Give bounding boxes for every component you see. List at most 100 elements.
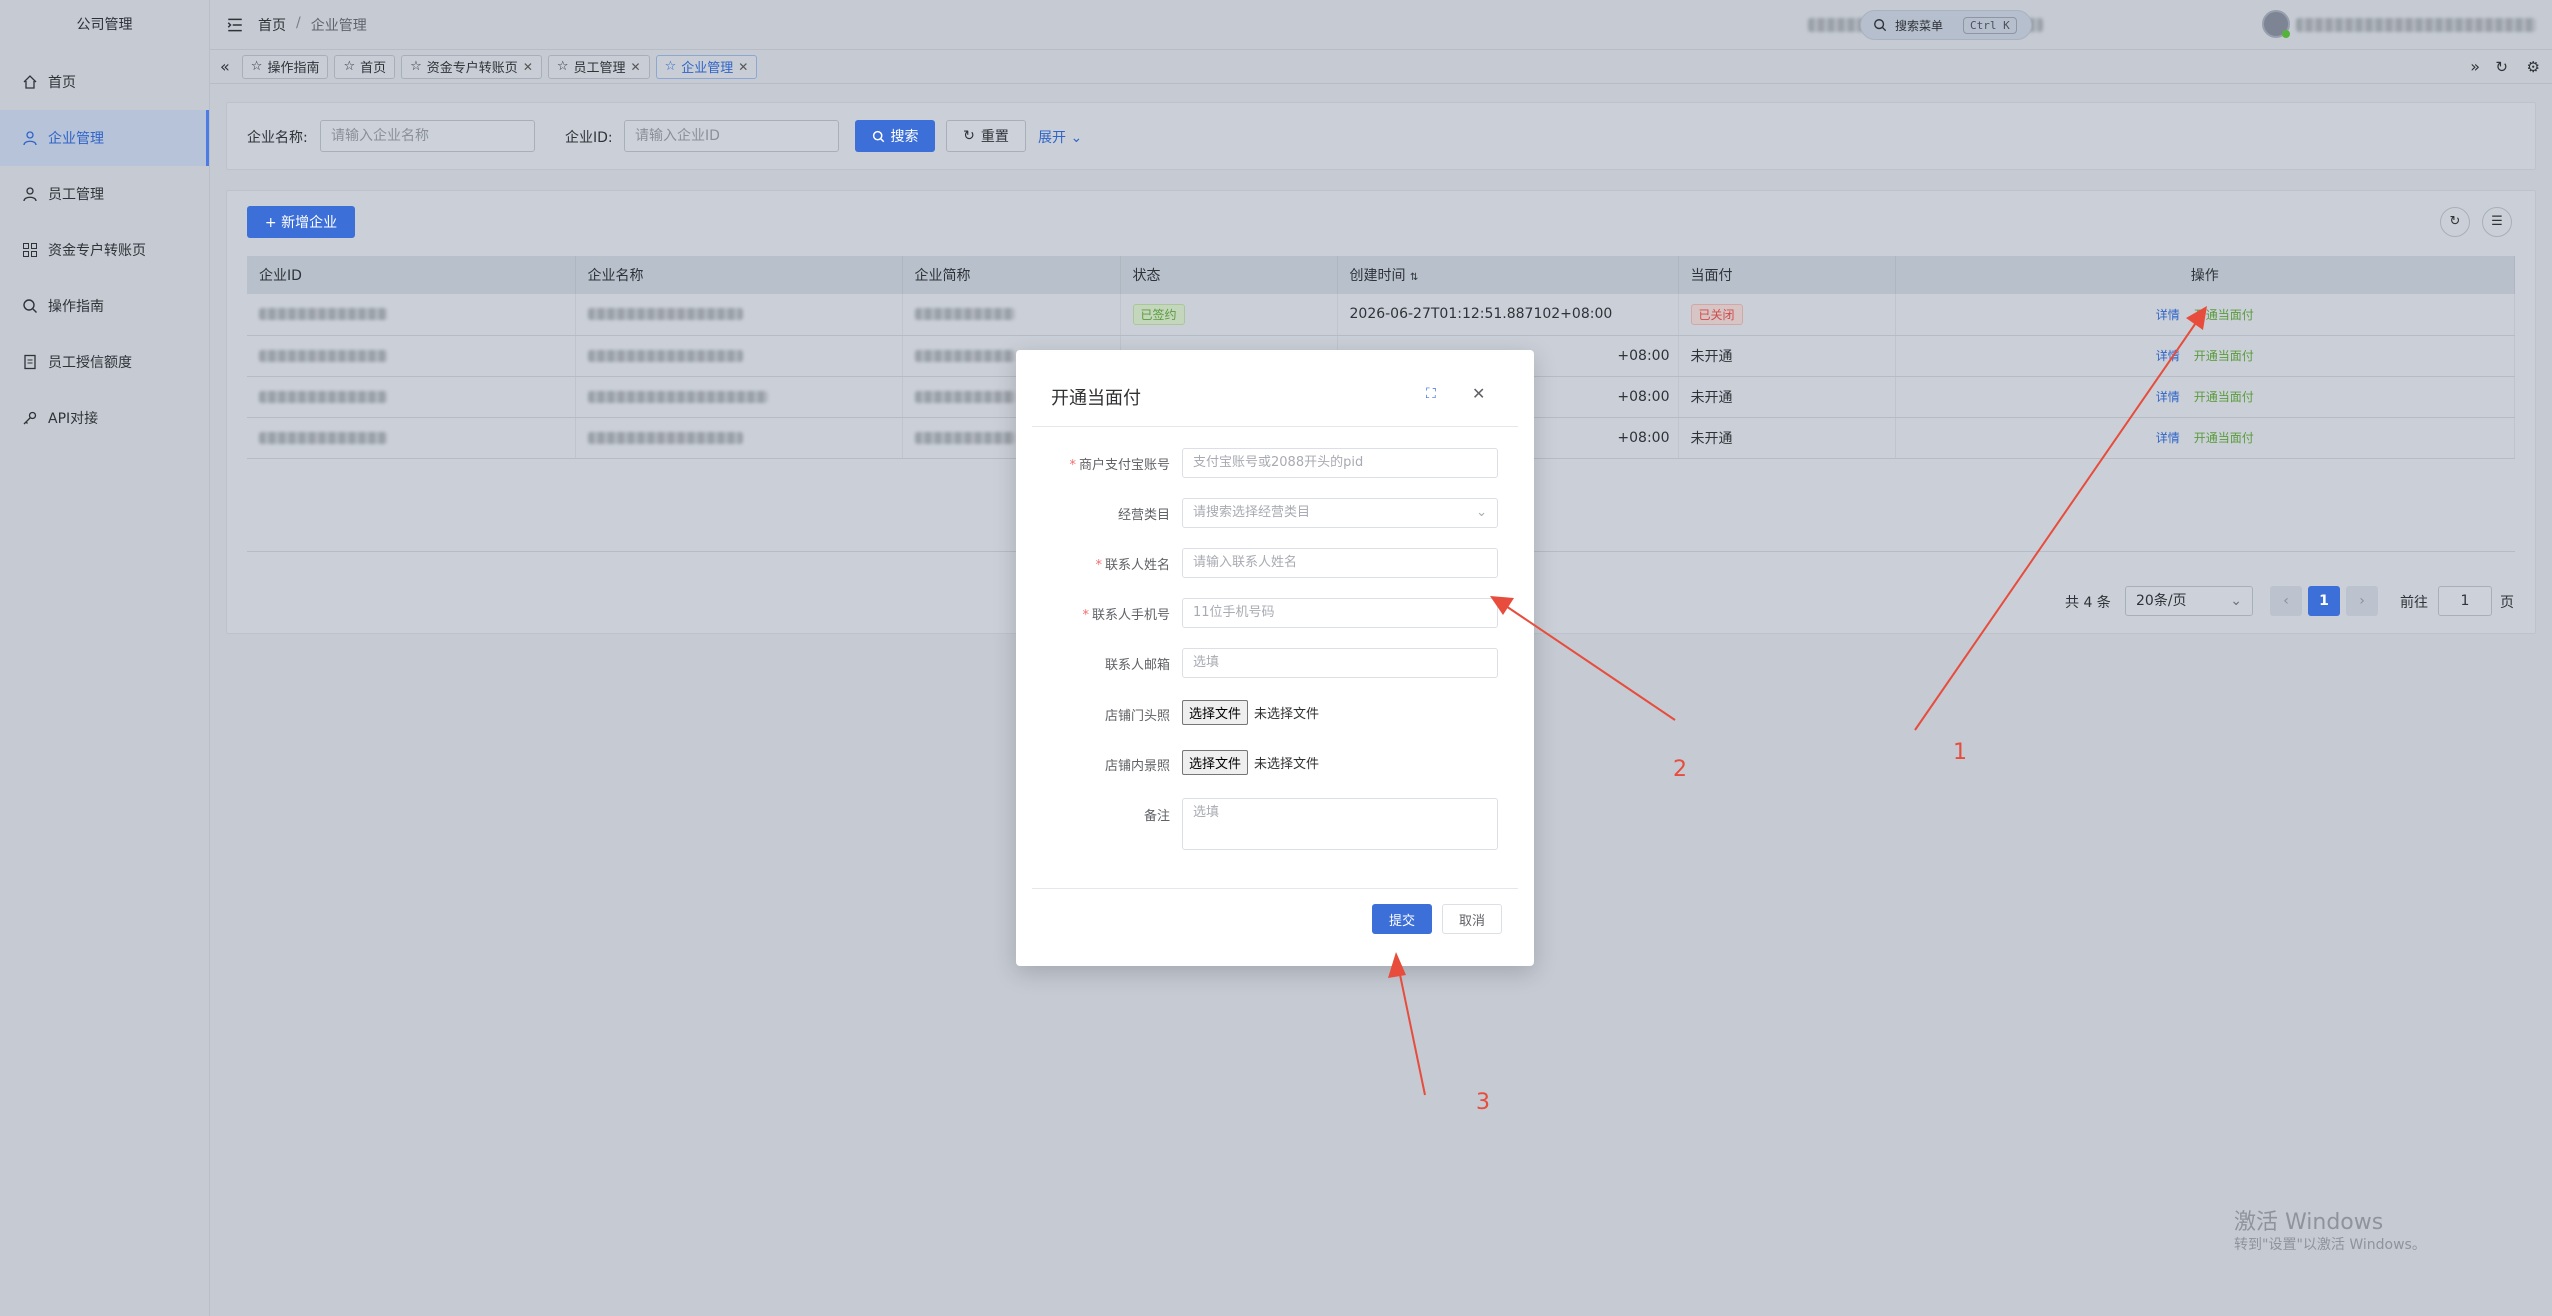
annotation-number-3: 3 — [1476, 1090, 1490, 1115]
file-status: 未选择文件 — [1254, 707, 1320, 722]
annotation-arrow-3 — [1397, 964, 1426, 1096]
tag-employees[interactable]: ☆ 员工管理 ✕ — [547, 54, 650, 79]
close-icon[interactable]: ✕ — [631, 60, 641, 74]
document-icon — [24, 354, 36, 370]
user-icon — [23, 187, 37, 202]
star-icon: ☆ — [410, 59, 422, 74]
open-face-pay-link[interactable]: 开通当面付 — [2194, 390, 2254, 404]
contact-phone-input[interactable]: 11位手机号码 — [1182, 598, 1498, 628]
fullscreen-icon[interactable]: ⛶ — [1426, 386, 1436, 402]
business-category-label: 经营类目 — [1117, 508, 1170, 523]
tags-scroll-right-icon[interactable]: » — [2470, 57, 2480, 76]
blurred-cell — [914, 308, 1015, 321]
annotation-number-1: 1 — [1953, 740, 1967, 765]
remark-textarea[interactable]: 选填 — [1182, 798, 1498, 850]
column-header: 企业简称 — [902, 256, 1121, 294]
chevron-down-icon: ⌄ — [1476, 505, 1487, 520]
add-enterprise-button[interactable]: + 新增企业 — [247, 206, 355, 238]
sidebar-item-api[interactable]: API对接 — [0, 390, 209, 446]
enterprise-name-label: 企业名称: — [247, 130, 308, 146]
star-icon: ☆ — [556, 59, 569, 74]
column-header-sortable[interactable]: 创建时间 ⇅ — [1337, 256, 1679, 294]
detail-link[interactable]: 详情 — [2156, 349, 2180, 363]
close-icon[interactable]: ✕ — [523, 60, 533, 74]
field-label-text: 联系人姓名 — [1104, 558, 1170, 573]
choose-file-button[interactable]: 选择文件 — [1182, 750, 1249, 775]
prev-page-button[interactable]: ‹ — [2270, 586, 2302, 616]
blurred-cell — [914, 431, 1015, 444]
tag-label: 资金专户转账页 — [426, 61, 518, 76]
breadcrumb-home[interactable]: 首页 — [258, 15, 286, 35]
breadcrumb-current: 企业管理 — [310, 17, 367, 34]
page-suffix: 页 — [2500, 595, 2514, 611]
search-button[interactable]: 搜索 — [855, 120, 935, 152]
column-settings-icon[interactable]: ☰ — [2482, 207, 2512, 237]
cancel-button[interactable]: 取消 — [1442, 904, 1502, 934]
contact-email-input[interactable]: 选填 — [1182, 648, 1498, 678]
page-size-select[interactable]: 20条/页 ⌄ — [2125, 586, 2253, 616]
reset-button[interactable]: ↻ 重置 — [946, 120, 1026, 152]
settings-icon[interactable]: ⚙ — [2527, 58, 2540, 76]
sidebar-item-home[interactable]: 首页 — [0, 54, 209, 110]
sidebar-item-employees[interactable]: 员工管理 — [0, 166, 209, 222]
submit-button[interactable]: 提交 — [1372, 904, 1432, 934]
enterprise-name-input[interactable]: 请输入企业名称 — [320, 120, 535, 152]
user-icon — [23, 131, 37, 146]
sidebar-item-label: API对接 — [48, 411, 99, 427]
blurred-cell — [587, 349, 743, 362]
open-face-pay-link[interactable]: 开通当面付 — [2194, 349, 2254, 363]
home-icon — [23, 75, 37, 89]
face-pay-status: 未开通 — [1678, 335, 1896, 377]
search-menu-label: 搜索菜单 — [1895, 18, 1944, 33]
remark-label: 备注 — [1143, 809, 1170, 824]
star-icon: ☆ — [250, 59, 263, 74]
blurred-cell — [259, 349, 387, 362]
search-menu-button[interactable]: 搜索菜单 Ctrl K — [1860, 10, 2032, 40]
contact-name-input[interactable]: 请输入联系人姓名 — [1182, 548, 1498, 578]
alipay-account-input[interactable]: 支付宝账号或2088开头的pid — [1182, 448, 1498, 478]
key-icon — [23, 411, 37, 425]
sort-icon[interactable]: ⇅ — [1410, 272, 1418, 283]
refresh-icon[interactable]: ↻ — [2495, 58, 2508, 76]
page-1-button[interactable]: 1 — [2308, 586, 2340, 616]
sidebar-item-credit[interactable]: 员工授信额度 — [0, 334, 209, 390]
sidebar-item-label: 操作指南 — [48, 299, 104, 315]
file-status: 未选择文件 — [1254, 757, 1320, 772]
close-icon[interactable]: ✕ — [738, 60, 748, 74]
tags-scroll-left-icon[interactable]: « — [220, 57, 230, 76]
dialog-footer-divider — [1032, 888, 1518, 889]
blurred-cell — [259, 390, 387, 403]
refresh-table-icon[interactable]: ↻ — [2440, 207, 2470, 237]
tag-transfer[interactable]: ☆ 资金专户转账页 ✕ — [401, 54, 542, 79]
status-badge: 已签约 — [1132, 303, 1185, 325]
windows-watermark-sub: 转到"设置"以激活 Windows。 — [2234, 1237, 2426, 1253]
business-category-select[interactable]: 请搜索选择经营类目 ⌄ — [1182, 498, 1498, 528]
goto-page-input[interactable]: 1 — [2438, 586, 2492, 616]
sidebar: 公司管理 首页 企业管理 员工管理 资金专户转账页 操作指南 员工授信额度 AP… — [0, 0, 210, 1316]
detail-link[interactable]: 详情 — [2156, 431, 2180, 445]
choose-file-button[interactable]: 选择文件 — [1182, 700, 1249, 725]
open-face-pay-link[interactable]: 开通当面付 — [2194, 308, 2254, 322]
tag-guide[interactable]: ☆ 操作指南 — [241, 54, 329, 79]
sidebar-item-enterprise[interactable]: 企业管理 — [0, 110, 209, 166]
search-shortcut: Ctrl K — [1963, 16, 2017, 34]
blurred-username — [2296, 18, 2536, 32]
dialog-title: 开通当面付 — [1051, 388, 1141, 409]
detail-link[interactable]: 详情 — [2156, 308, 2180, 322]
menu-fold-icon[interactable] — [226, 16, 244, 34]
created-time: 2026-06-27T01:12:51.887102+08:00 — [1337, 294, 1679, 336]
tag-enterprise[interactable]: ☆ 企业管理 ✕ — [655, 54, 758, 79]
face-pay-status: 未开通 — [1678, 417, 1896, 459]
required-mark: * — [1082, 608, 1089, 623]
expand-link[interactable]: 展开 ⌄ — [1038, 127, 1082, 147]
enterprise-id-input[interactable]: 请输入企业ID — [624, 120, 839, 152]
next-page-button[interactable]: › — [2346, 586, 2378, 616]
sidebar-item-guide[interactable]: 操作指南 — [0, 278, 209, 334]
close-icon[interactable]: ✕ — [1472, 384, 1485, 403]
sidebar-item-transfer[interactable]: 资金专户转账页 — [0, 222, 209, 278]
open-face-pay-link[interactable]: 开通当面付 — [2194, 431, 2254, 445]
contact-phone-label: * 联系人手机号 — [1082, 604, 1170, 623]
detail-link[interactable]: 详情 — [2156, 390, 2180, 404]
open-face-pay-dialog: 开通当面付 ⛶ ✕ * 商户支付宝账号 支付宝账号或2088开头的pid 经营类目… — [1016, 350, 1534, 966]
tag-home[interactable]: ☆ 首页 — [334, 54, 396, 79]
